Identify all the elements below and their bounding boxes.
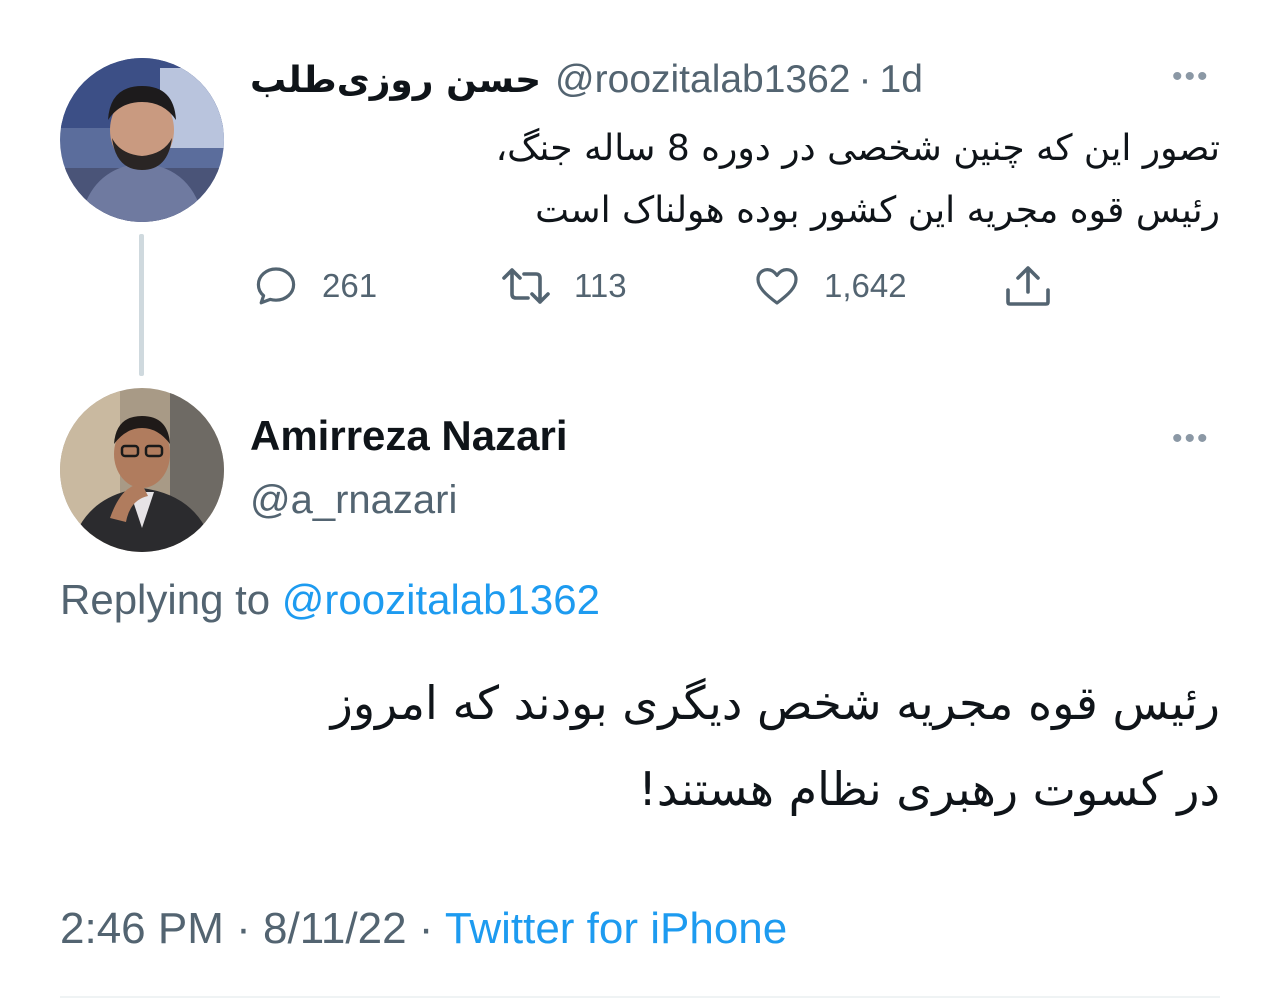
like-action[interactable]: 1,642 xyxy=(752,262,907,310)
original-tweet-header: حسن روزی‌طلب @roozitalab1362 · 1d xyxy=(250,52,923,108)
replying-to-line: Replying to @roozitalab1362 xyxy=(60,576,600,624)
reply-author-name[interactable]: Amirreza Nazari xyxy=(250,412,567,460)
reply-tweet-line-1: رئیس قوه مجریه شخص دیگری بودند که امروز xyxy=(330,676,1220,730)
original-author-handle[interactable]: @roozitalab1362 xyxy=(555,58,850,102)
source-separator: · xyxy=(418,904,434,953)
avatar-reply-author[interactable] xyxy=(60,388,224,552)
retweet-count: 113 xyxy=(574,267,627,304)
like-count: 1,642 xyxy=(824,267,907,304)
original-tweet-time[interactable]: 1d xyxy=(880,58,923,102)
header-separator: · xyxy=(858,58,872,101)
reply-action[interactable]: 261 xyxy=(252,262,377,310)
tweet-time[interactable]: 2:46 PM xyxy=(60,904,224,953)
timestamp-separator: · xyxy=(236,904,251,953)
retweet-action[interactable]: 113 xyxy=(498,262,627,310)
like-icon xyxy=(756,268,798,305)
bottom-divider xyxy=(60,996,1220,998)
thread-connector-line xyxy=(139,234,144,376)
avatar-original-author[interactable] xyxy=(60,58,224,222)
replying-to-handle-link[interactable]: @roozitalab1362 xyxy=(282,576,600,623)
tweet-date[interactable]: 8/11/22 xyxy=(263,904,407,953)
reply-tweet-line-2: در کسوت رهبری نظام هستند! xyxy=(638,762,1220,816)
share-action[interactable] xyxy=(1002,262,1054,315)
reply-more-options-icon[interactable]: ••• xyxy=(1172,422,1210,456)
reply-author-handle[interactable]: @a_rnazari xyxy=(250,478,457,523)
original-author-name[interactable]: حسن روزی‌طلب xyxy=(250,60,541,101)
replying-to-label: Replying to xyxy=(60,576,271,623)
reply-count: 261 xyxy=(322,267,378,304)
original-tweet-line-2: رئیس قوه مجریه این کشور بوده هولناک است xyxy=(535,190,1220,231)
retweet-icon xyxy=(502,268,550,304)
tweet-timestamp-line: 2:46 PM · 8/11/22 · Twitter for iPhone xyxy=(60,904,787,954)
original-tweet-text: تصور این که چنین شخصی در دوره 8 ساله جنگ… xyxy=(300,118,1220,242)
reply-tweet-text: رئیس قوه مجریه شخص دیگری بودند که امروز … xyxy=(60,660,1220,832)
tweet-source-link[interactable]: Twitter for iPhone xyxy=(445,904,787,953)
more-options-icon[interactable]: ••• xyxy=(1172,60,1210,94)
reply-icon xyxy=(256,267,296,305)
share-icon xyxy=(1006,266,1050,306)
original-tweet-line-1: تصور این که چنین شخصی در دوره 8 ساله جنگ… xyxy=(495,128,1220,169)
